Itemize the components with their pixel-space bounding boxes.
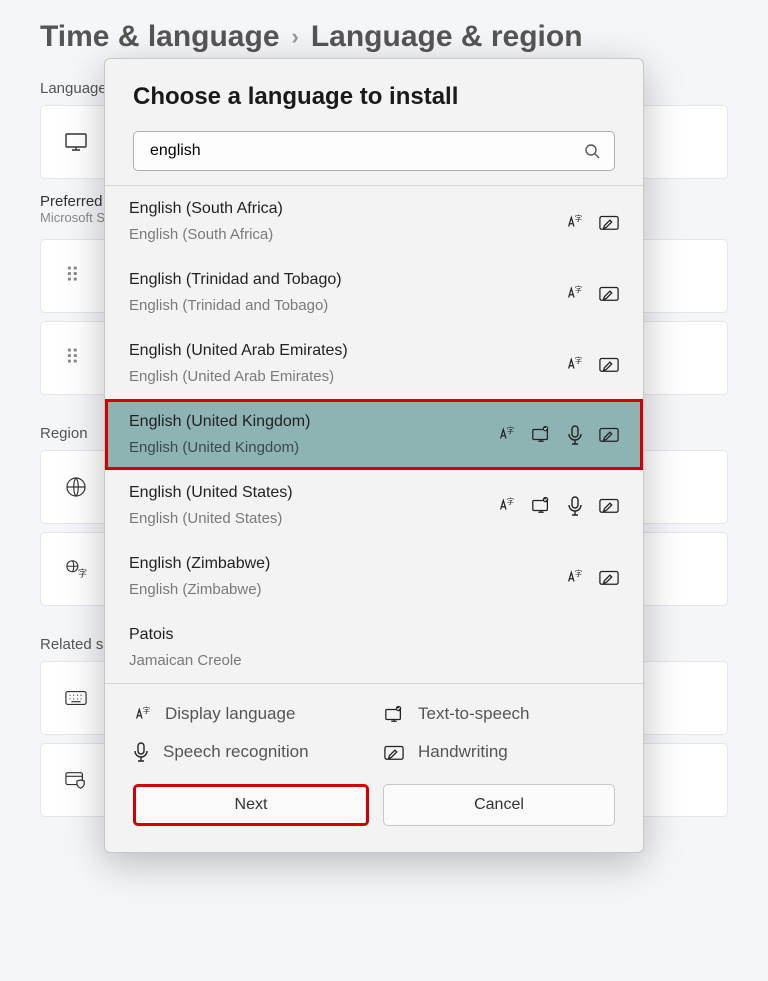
language-row[interactable]: English (United Kingdom) English (United …	[105, 399, 643, 470]
handwriting-icon	[599, 213, 619, 231]
handwriting-icon	[384, 743, 404, 761]
language-native: Jamaican Creole	[129, 652, 607, 669]
chevron-right-icon: ›	[292, 24, 299, 50]
display-language-icon: 字	[497, 425, 515, 445]
language-native: English (Trinidad and Tobago)	[129, 297, 553, 314]
handwriting-icon	[599, 355, 619, 373]
drag-handle-icon[interactable]: ⠿	[65, 272, 82, 280]
search-input[interactable]	[148, 141, 584, 161]
handwriting-icon	[599, 568, 619, 586]
choose-language-dialog: Choose a language to install English (So…	[104, 58, 644, 853]
breadcrumb-current: Language & region	[311, 20, 583, 54]
svg-text:字: 字	[507, 497, 514, 506]
language-name: English (South Africa)	[129, 200, 553, 218]
language-name: Patois	[129, 626, 607, 644]
language-name: English (Trinidad and Tobago)	[129, 271, 553, 289]
svg-text:字: 字	[575, 356, 582, 365]
language-name: English (Zimbabwe)	[129, 555, 553, 573]
language-row[interactable]: English (South Africa) English (South Afr…	[105, 186, 643, 257]
handwriting-icon	[599, 284, 619, 302]
text-to-speech-icon	[531, 425, 551, 445]
cancel-button[interactable]: Cancel	[383, 784, 615, 826]
display-language-icon: 字	[565, 213, 583, 231]
regional-format-icon: 字	[65, 558, 87, 580]
language-name: English (United Arab Emirates)	[129, 342, 553, 360]
svg-text:字: 字	[507, 426, 514, 435]
speech-recognition-icon	[567, 496, 583, 516]
feature-icons: 字	[565, 213, 619, 231]
svg-text:字: 字	[143, 706, 150, 715]
svg-text:字: 字	[78, 567, 87, 578]
legend-tts: Text-to-speech	[384, 704, 615, 724]
feature-icons: 字	[497, 496, 619, 516]
language-row[interactable]: English (United Arab Emirates) English (U…	[105, 328, 643, 399]
feature-legend: 字 Display language Text-to-speech Speech…	[105, 683, 643, 762]
display-language-icon: 字	[565, 568, 583, 586]
breadcrumb-parent[interactable]: Time & language	[40, 20, 280, 54]
legend-display: 字 Display language	[133, 704, 364, 724]
handwriting-icon	[599, 496, 619, 516]
dialog-title: Choose a language to install	[133, 83, 615, 111]
speech-recognition-icon	[567, 425, 583, 445]
legend-handwriting: Handwriting	[384, 742, 615, 762]
language-native: English (United Arab Emirates)	[129, 368, 553, 385]
language-row[interactable]: English (Trinidad and Tobago) English (Tr…	[105, 257, 643, 328]
language-name: English (United States)	[129, 484, 485, 502]
display-language-icon: 字	[133, 705, 151, 723]
text-to-speech-icon	[384, 705, 404, 723]
svg-text:字: 字	[575, 285, 582, 294]
globe-icon	[65, 476, 87, 498]
drag-handle-icon[interactable]: ⠿	[65, 354, 82, 362]
display-language-icon: 字	[565, 355, 583, 373]
display-language-icon: 字	[497, 496, 515, 516]
language-native: English (South Africa)	[129, 226, 553, 243]
legend-speech: Speech recognition	[133, 742, 364, 762]
keyboard-icon	[65, 687, 87, 709]
language-native: English (Zimbabwe)	[129, 581, 553, 598]
language-row[interactable]: Patois Jamaican Creole	[105, 612, 643, 683]
language-native: English (United States)	[129, 510, 485, 527]
search-wrap[interactable]	[133, 131, 615, 171]
handwriting-icon	[599, 425, 619, 445]
language-name: English (United Kingdom)	[129, 413, 485, 431]
text-to-speech-icon	[531, 496, 551, 516]
next-button[interactable]: Next	[133, 784, 369, 826]
svg-text:字: 字	[575, 569, 582, 578]
breadcrumb: Time & language › Language & region	[40, 20, 728, 54]
language-row[interactable]: English (United States) English (United S…	[105, 470, 643, 541]
card-shield-icon	[65, 769, 87, 791]
language-native: English (United Kingdom)	[129, 439, 485, 456]
language-list: English (South Africa) English (South Afr…	[105, 185, 643, 683]
search-icon	[584, 143, 600, 159]
feature-icons: 字	[565, 355, 619, 373]
svg-text:字: 字	[575, 214, 582, 223]
display-language-icon: 字	[565, 284, 583, 302]
speech-recognition-icon	[133, 742, 149, 762]
display-icon	[65, 131, 87, 153]
language-row[interactable]: English (Zimbabwe) English (Zimbabwe) 字	[105, 541, 643, 612]
feature-icons: 字	[565, 284, 619, 302]
feature-icons: 字	[497, 425, 619, 445]
feature-icons: 字	[565, 568, 619, 586]
